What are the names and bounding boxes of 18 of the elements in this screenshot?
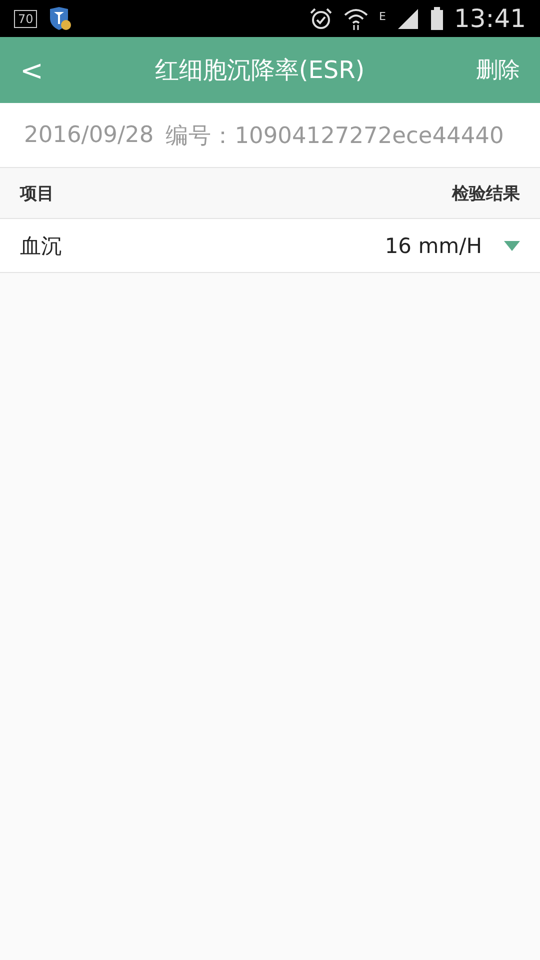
wifi-icon [343,6,369,30]
back-button[interactable]: < [20,54,44,86]
battery-icon [430,6,444,30]
column-header: 项目 [20,182,54,204]
shield-icon [47,6,74,32]
record-number: 编号：10904127272ece44440 [166,122,504,150]
network-type: E [379,10,386,23]
result-value: 16 mm/H [384,234,482,258]
clock: 13:41 [454,4,526,33]
signal-icon [396,6,420,30]
notification-badge: 70 [14,10,38,28]
page-title: 红细胞沉降率(ESR) [154,55,365,86]
column-header: 检验结果 [452,182,520,204]
expand-triangle-icon[interactable] [504,240,520,250]
item-name: 血沉 [20,232,62,260]
delete-button[interactable]: 删除 [476,55,520,85]
alarm-icon [309,6,333,30]
date-text: 2016/09/28 [24,122,154,148]
